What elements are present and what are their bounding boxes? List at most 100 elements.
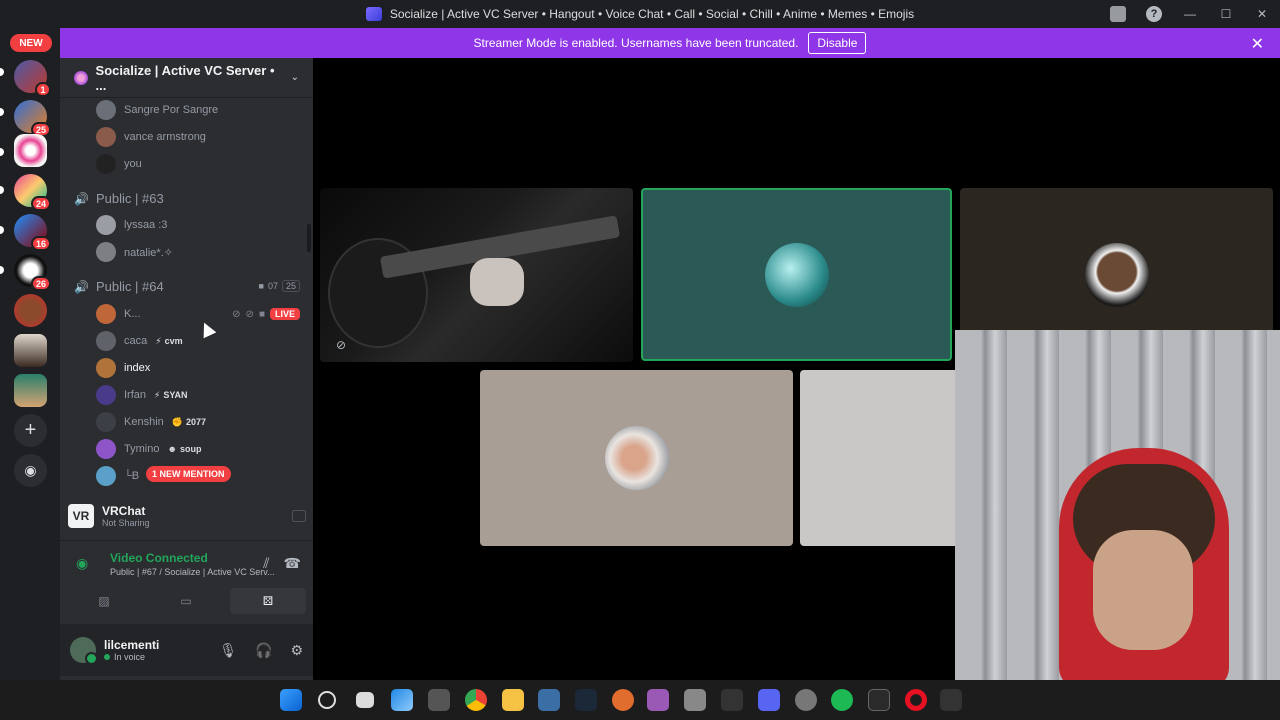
video-stage: ⊘ (313, 58, 1280, 680)
voice-user[interactable]: natalie*.✧ (96, 240, 173, 264)
app-icon[interactable] (612, 689, 634, 711)
activity-name: VRChat (102, 504, 146, 518)
chrome-icon[interactable] (465, 689, 487, 711)
username: lyssaa :3 (124, 219, 168, 231)
server-icon[interactable] (14, 134, 47, 167)
chevron-down-icon[interactable]: ⌄ (291, 72, 299, 83)
mention-badge: 24 (30, 196, 51, 211)
server-icon[interactable]: 26 (14, 254, 51, 291)
video-tile-stream[interactable]: ⊘ (320, 188, 633, 362)
app-icon[interactable] (721, 689, 743, 711)
channel-list: Sangre Por Sangre vance armstrong you 🔊 … (60, 98, 313, 494)
voice-channel-path[interactable]: Public | #67 / Socialize | Active VC Ser… (110, 567, 285, 577)
spotify-icon[interactable] (831, 689, 853, 711)
app-icon[interactable] (647, 689, 669, 711)
user-info[interactable]: lilcementi In voice (104, 638, 159, 662)
voice-channel-63[interactable]: 🔊 Public | #63 (74, 186, 300, 210)
inbox-icon[interactable] (1100, 0, 1136, 28)
app-icon[interactable] (940, 689, 962, 711)
unread-pip (0, 226, 4, 234)
user-panel: lilcementi In voice 🎙 🎧 ⚙ (60, 624, 313, 676)
noise-suppression-icon[interactable]: ⫽ (263, 555, 269, 572)
avatar (96, 358, 116, 378)
epic-icon[interactable] (868, 689, 890, 711)
folder-icon[interactable] (502, 689, 524, 711)
server-icon[interactable] (14, 294, 47, 327)
voice-user[interactable]: lyssaa :3 (96, 213, 167, 237)
activity-status: Not Sharing (102, 518, 150, 528)
bolt-icon: ⚡ (154, 389, 161, 400)
server-icon[interactable]: 24 (14, 174, 51, 211)
face (1093, 530, 1193, 650)
voice-user[interactable]: K... ⊘ ⊘ ■ LIVE (96, 302, 300, 326)
voice-user[interactable]: vance armstrong (96, 125, 206, 149)
share-screen-icon[interactable] (292, 510, 306, 522)
video-tile[interactable] (800, 370, 960, 546)
start-icon[interactable] (280, 689, 302, 711)
disconnect-icon[interactable]: ☎ (284, 555, 301, 572)
new-servers-pill[interactable]: NEW (10, 34, 52, 52)
opera-icon[interactable] (905, 689, 927, 711)
mention-badge: 1 (35, 82, 51, 97)
gear-icon[interactable]: ⚙ (290, 642, 303, 659)
add-server-button[interactable]: + (14, 414, 47, 447)
close-button[interactable]: ✕ (1244, 0, 1280, 28)
channel-meta: ■ 07 25 (259, 280, 300, 292)
server-icon[interactable] (14, 334, 47, 367)
maximize-button[interactable]: ☐ (1208, 0, 1244, 28)
headphones-icon[interactable]: 🎧 (255, 642, 272, 659)
voice-user[interactable]: Kenshin ✊ 2077 (96, 410, 206, 434)
video-tile-speaking[interactable] (641, 188, 952, 361)
voice-user[interactable]: caca ⚡ cvm (96, 329, 183, 353)
activity-panel: VR VRChat Not Sharing (68, 498, 306, 534)
microphone-icon[interactable]: 🎙 (219, 642, 237, 659)
user-count: 25 (281, 280, 300, 292)
server-header[interactable]: Socialize | Active VC Server • ... ⌄ (60, 58, 313, 98)
avatar[interactable] (70, 637, 98, 665)
user-status: In voice (104, 652, 159, 662)
voice-user[interactable]: you (96, 152, 142, 176)
activity-button[interactable]: ⚄ (230, 588, 306, 614)
app-icon[interactable] (795, 689, 817, 711)
search-icon[interactable] (318, 691, 336, 709)
voice-user[interactable]: Irfan ⚡ SYAN (96, 383, 188, 407)
discord-icon[interactable] (758, 689, 780, 711)
camera-off-button[interactable]: ▨ (66, 588, 142, 614)
screen-share-button[interactable]: ▭ (148, 588, 224, 614)
username: K... (124, 308, 141, 320)
app-icon[interactable] (538, 689, 560, 711)
username: Irfan (124, 389, 147, 401)
voice-user[interactable]: Sangre Por Sangre (96, 98, 218, 122)
username: caca (124, 335, 148, 347)
close-icon[interactable]: ✕ (1251, 34, 1264, 54)
voice-channel-64[interactable]: 🔊 Public | #64 ■ 07 25 (74, 274, 300, 298)
server-icon[interactable] (14, 374, 47, 407)
task-view-icon[interactable] (356, 692, 374, 708)
username: Sangre Por Sangre (124, 104, 219, 116)
steam-icon[interactable] (575, 689, 597, 711)
server-icon[interactable]: 16 (14, 214, 51, 251)
user-tag: ☻ soup (167, 444, 202, 454)
user-tag: ⚡ cvm (155, 335, 183, 347)
server-icon[interactable]: 1 (14, 60, 51, 97)
help-icon[interactable]: ? (1136, 0, 1172, 28)
avatar (96, 100, 116, 120)
voice-user[interactable]: index (96, 356, 150, 380)
app-icon[interactable] (428, 689, 450, 711)
voice-user[interactable]: Tymino ☻ soup (96, 437, 201, 461)
discover-button[interactable]: ◉ (14, 454, 47, 487)
sidebar-scrollbar[interactable] (307, 224, 311, 252)
video-tile[interactable] (480, 370, 793, 546)
unread-pip (0, 68, 4, 76)
new-mention-pill[interactable]: 1 NEW MENTION (146, 466, 231, 482)
voice-status[interactable]: Video Connected (110, 551, 208, 565)
widgets-icon[interactable] (391, 689, 413, 711)
channel-name: Public | #63 (96, 190, 164, 206)
disable-streamer-button[interactable]: Disable (808, 32, 867, 54)
server-icon[interactable]: 25 (14, 100, 51, 137)
avatar (764, 242, 829, 307)
camera-icon[interactable] (684, 689, 706, 711)
username: └B (124, 470, 140, 482)
online-dot (104, 654, 110, 660)
minimize-button[interactable]: — (1172, 0, 1208, 28)
